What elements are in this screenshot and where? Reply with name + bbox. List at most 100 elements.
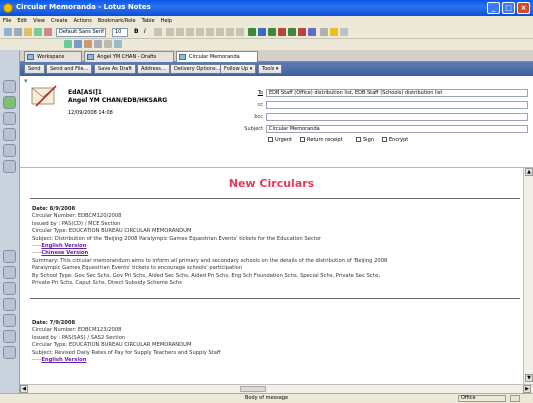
menu-help[interactable]: Help [158, 16, 175, 26]
mail-icon[interactable] [74, 40, 82, 48]
bookmark-history-icon[interactable] [3, 282, 16, 295]
bold-icon[interactable]: B [134, 28, 142, 36]
send-and-file-button[interactable]: Send and File... [46, 64, 93, 74]
close-button[interactable]: × [517, 2, 530, 14]
scroll-left-icon[interactable]: ◀ [20, 385, 28, 393]
forward-icon[interactable] [14, 28, 22, 36]
return-receipt-checkbox[interactable]: Return receipt [300, 137, 343, 143]
outdent-icon[interactable] [236, 28, 244, 36]
menu-bookmark-role[interactable]: Bookmark/Role [95, 16, 139, 26]
send-button[interactable]: Send [24, 64, 45, 74]
bookmark-databases-icon[interactable] [3, 250, 16, 263]
align-right-icon[interactable] [186, 28, 194, 36]
urgent-checkbox[interactable]: Urgent [268, 137, 292, 143]
bookmark-todo-icon[interactable] [3, 128, 16, 141]
english-version-link[interactable]: English Version [41, 357, 86, 363]
inbox-status-icon[interactable] [510, 395, 520, 402]
pen-icon[interactable] [154, 28, 162, 36]
grid-icon[interactable] [340, 28, 348, 36]
tab-drafts[interactable]: Angel YM CHAN - Drafts [84, 51, 174, 62]
horizontal-scrollbar[interactable]: ◀ ▶ [20, 384, 533, 393]
table-column-icon[interactable] [268, 28, 276, 36]
maximize-button[interactable]: □ [502, 2, 515, 14]
bookmark-replicator-icon[interactable] [3, 144, 16, 157]
calendar-icon[interactable] [84, 40, 92, 48]
bookmark-startup-icon[interactable] [3, 314, 16, 327]
menu-file[interactable]: File [0, 16, 14, 26]
bullets-icon[interactable] [206, 28, 214, 36]
save-as-draft-button[interactable]: Save As Draft [94, 64, 137, 74]
find-icon[interactable] [320, 28, 328, 36]
back-icon[interactable] [4, 28, 12, 36]
english-version-row: -----English Version [32, 357, 87, 364]
memo-icon [179, 54, 186, 60]
bookmark-internet-icon[interactable] [3, 298, 16, 311]
chinese-version-row: -----Chinese Version [32, 250, 89, 257]
scroll-up-icon[interactable]: ▲ [525, 168, 533, 176]
sign-checkbox[interactable]: Sign [356, 137, 374, 143]
table-split-icon[interactable] [288, 28, 296, 36]
message-body[interactable]: New Circulars Date: 8/9/2008 Circular Nu… [20, 168, 523, 384]
font-style-select[interactable]: Default Sans Serif [56, 28, 106, 37]
bookmark-more-icon[interactable] [3, 266, 16, 279]
scroll-down-icon[interactable]: ▼ [525, 374, 533, 382]
table-delete-icon[interactable] [278, 28, 286, 36]
window-title: Circular Memoranda - Lotus Notes [16, 3, 151, 11]
location-selector[interactable]: Office [458, 395, 506, 402]
table-merge-icon[interactable] [298, 28, 306, 36]
status-message: Body of message [244, 395, 289, 401]
open-icon[interactable] [24, 28, 32, 36]
tab-workspace[interactable]: Workspace [24, 51, 82, 62]
menu-actions[interactable]: Actions [71, 16, 95, 26]
table-insert-icon[interactable] [248, 28, 256, 36]
menu-table[interactable]: Table [139, 16, 158, 26]
vertical-scrollbar[interactable]: ▲ ▼ [523, 168, 533, 384]
italic-icon[interactable]: I [144, 28, 152, 36]
print-icon[interactable] [44, 28, 52, 36]
english-version-link[interactable]: English Version [41, 243, 86, 249]
action-bar: Send Send and File... Save As Draft Addr… [20, 62, 533, 76]
tab-circular-memoranda[interactable]: Circular Memoranda [176, 51, 258, 62]
scroll-right-icon[interactable]: ▶ [523, 385, 531, 393]
font-size-select[interactable]: 10 [112, 28, 128, 37]
bookmark-favorites-icon[interactable] [3, 160, 16, 173]
tools-button[interactable]: Tools ▾ [258, 64, 283, 74]
delivery-options-button[interactable]: Delivery Options... [170, 64, 225, 74]
home-icon[interactable] [64, 40, 72, 48]
to-field[interactable]: EDB Staff (Office) distribution list, ED… [266, 89, 528, 97]
save-icon[interactable] [34, 28, 42, 36]
align-center-icon[interactable] [176, 28, 184, 36]
table-row-icon[interactable] [258, 28, 266, 36]
table-properties-icon[interactable] [308, 28, 316, 36]
scroll-thumb[interactable] [240, 386, 266, 392]
contacts-icon[interactable] [94, 40, 102, 48]
circular-number: Circular Number: EDBCM120/2008 [32, 213, 122, 220]
indent-icon[interactable] [226, 28, 234, 36]
memo-date: 12/09/2008 14:08 [68, 110, 113, 116]
bcc-field[interactable] [266, 113, 528, 121]
encrypt-checkbox[interactable]: Encrypt [382, 137, 408, 143]
minimize-button[interactable]: _ [487, 2, 500, 14]
bookmark-address-book-icon[interactable] [3, 112, 16, 125]
bookmark-calendar-icon[interactable] [3, 96, 16, 109]
bookmark-workspace-icon[interactable] [3, 330, 16, 343]
justify-icon[interactable] [196, 28, 204, 36]
numbering-icon[interactable] [216, 28, 224, 36]
bookmark-mail-icon[interactable] [3, 80, 16, 93]
menu-create[interactable]: Create [48, 16, 71, 26]
align-left-icon[interactable] [166, 28, 174, 36]
chinese-version-link[interactable]: Chinese Version [41, 250, 88, 256]
address-button[interactable]: Address... [137, 64, 170, 74]
follow-up-button[interactable]: Follow Up ▾ [220, 64, 257, 74]
navigation-toolbar [0, 39, 533, 50]
spell-check-icon[interactable] [330, 28, 338, 36]
cc-field[interactable] [266, 101, 528, 109]
menu-edit[interactable]: Edit [14, 16, 30, 26]
subject-field[interactable]: Circular Memoranda [266, 125, 528, 133]
replicate-icon[interactable] [114, 40, 122, 48]
todo-icon[interactable] [104, 40, 112, 48]
circular-date: Date: 7/9/2008 [32, 320, 520, 327]
menu-view[interactable]: View [30, 16, 48, 26]
bookmark-notes-icon[interactable] [3, 346, 16, 359]
to-label[interactable]: To [241, 90, 263, 96]
